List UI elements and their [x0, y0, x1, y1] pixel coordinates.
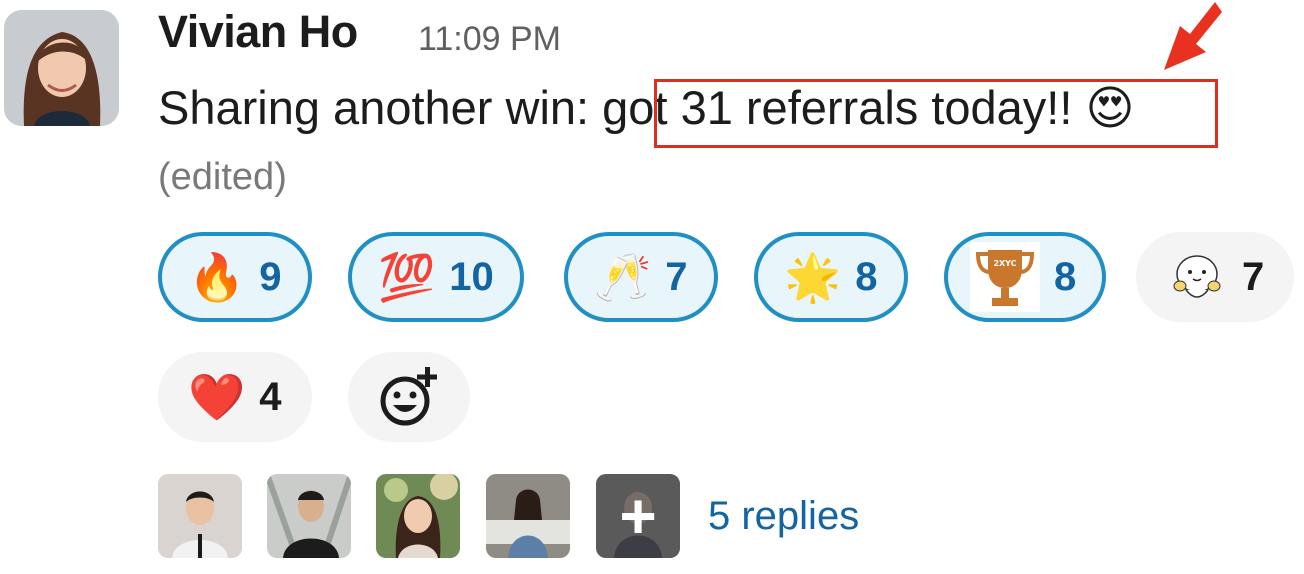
plus-icon: + — [619, 480, 657, 552]
annotation-arrow-icon — [1164, 2, 1222, 70]
cute-ghost-icon — [1173, 255, 1221, 298]
more-replies-avatar[interactable]: + — [596, 474, 680, 558]
reply-avatar[interactable] — [158, 474, 242, 558]
reaction-count: 7 — [665, 255, 688, 299]
author-avatar[interactable] — [4, 10, 119, 126]
reaction-clinking-glasses[interactable]: 🥂 7 — [564, 232, 718, 322]
reaction-trophy[interactable]: 2XYC 8 — [944, 232, 1107, 322]
reaction-count: 8 — [1054, 255, 1077, 299]
trophy-icon: 2XYC — [970, 242, 1040, 312]
author-name[interactable]: Vivian Ho — [158, 6, 358, 58]
red-heart-icon: ❤️ — [188, 370, 246, 424]
clinking-glasses-icon: 🥂 — [594, 250, 652, 304]
reply-avatar[interactable] — [486, 474, 570, 558]
add-reaction-icon — [380, 367, 437, 426]
highlight-annotation-box — [654, 79, 1218, 148]
message-text-intro: Sharing another win: — [158, 81, 590, 134]
replies-link[interactable]: 5 replies — [708, 494, 859, 539]
reaction-count: 10 — [449, 255, 494, 299]
reaction-count: 8 — [855, 255, 878, 299]
reaction-heart[interactable]: ❤️ 4 — [158, 352, 312, 442]
fire-icon: 🔥 — [188, 250, 246, 304]
reaction-count: 7 — [1242, 255, 1265, 299]
reaction-fire[interactable]: 🔥 9 — [158, 232, 312, 322]
reply-avatar[interactable] — [376, 474, 460, 558]
hundred-points-icon: 💯 — [378, 250, 436, 304]
reaction-glowing-star[interactable]: 🌟 8 — [754, 232, 908, 322]
add-reaction-button[interactable] — [348, 352, 470, 442]
message-timestamp[interactable]: 11:09 PM — [418, 20, 561, 59]
edited-label: (edited) — [158, 156, 287, 198]
reply-avatar[interactable] — [267, 474, 351, 558]
reaction-hundred[interactable]: 💯 10 — [348, 232, 524, 322]
trophy-badge-text: 2XYC — [993, 259, 1016, 268]
reaction-cute-ghost[interactable]: 7 — [1136, 232, 1295, 322]
glowing-star-icon: 🌟 — [784, 250, 842, 304]
reaction-count: 4 — [259, 375, 282, 419]
reaction-count: 9 — [259, 255, 282, 299]
